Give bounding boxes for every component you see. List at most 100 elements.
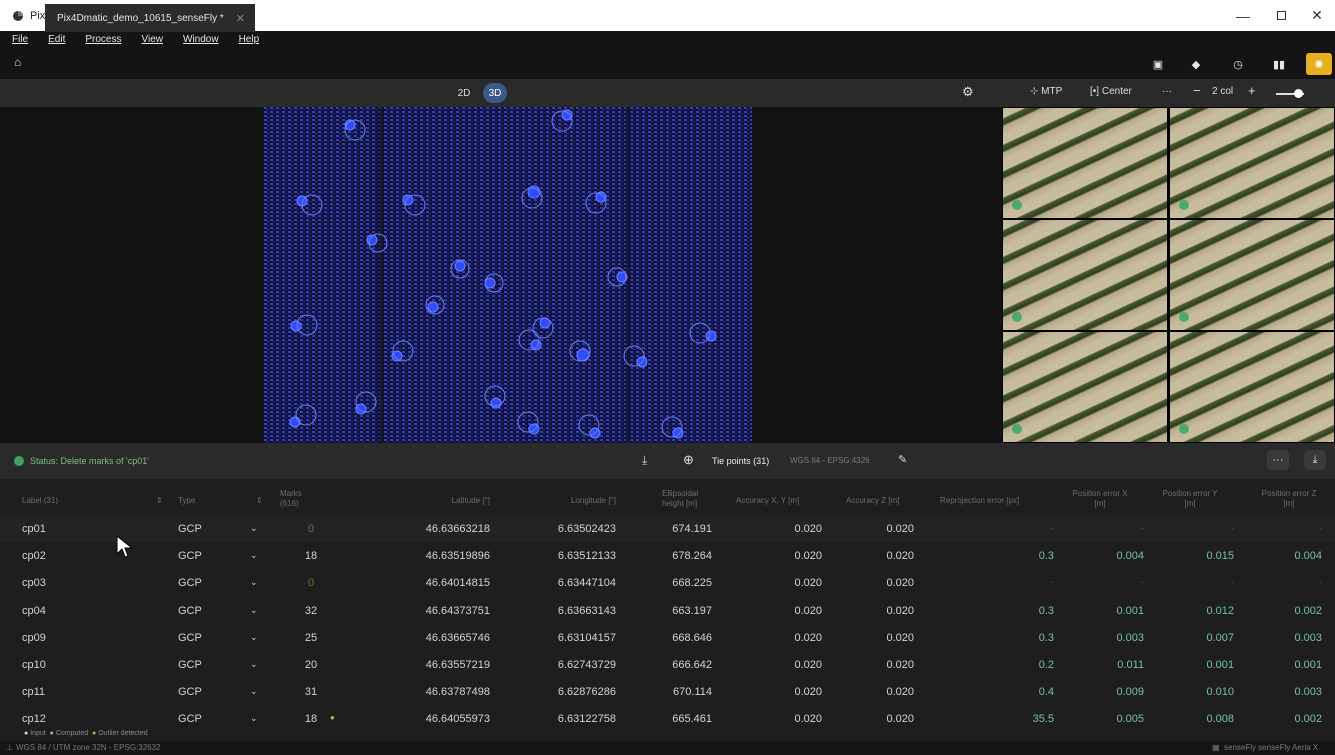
increase-columns-button[interactable]: +: [1248, 83, 1256, 98]
center-button[interactable]: [•] Center: [1090, 86, 1132, 97]
cell-lon: 6.63512133: [557, 550, 616, 563]
outlier-dot-icon: ●: [330, 713, 335, 723]
view-2d-button[interactable]: 2D: [452, 84, 476, 102]
collapse-table-button[interactable]: ⤓: [1304, 450, 1326, 470]
cell-label: cp04: [22, 604, 46, 617]
decrease-columns-button[interactable]: −: [1193, 83, 1201, 98]
col-header-label[interactable]: Label (31): [22, 496, 58, 506]
minimize-button[interactable]: —: [1225, 0, 1261, 31]
menu-file[interactable]: File: [12, 34, 28, 45]
cell-lat: 46.63557219: [425, 659, 490, 671]
type-dropdown-icon[interactable]: ⌄: [250, 605, 258, 616]
more-icon: ···: [1272, 454, 1284, 466]
table-row[interactable]: cp10 GCP 20 46.63557219 6.62743729 666.642 0.0…: [0, 651, 1335, 678]
menu-window[interactable]: Window: [183, 34, 219, 45]
mtp-icon: ⊹: [1030, 86, 1042, 97]
menu-view[interactable]: View: [141, 34, 163, 45]
col-header-pos-x[interactable]: Position error X [m]: [1070, 489, 1130, 509]
cell-h: 668.225: [672, 577, 712, 590]
gcp-mark-icon: [1179, 424, 1189, 434]
crs-button[interactable]: ⊕: [683, 452, 694, 468]
table-row[interactable]: cp02 GCP 18 46.63519896 6.63512133 678.264 0.0…: [0, 542, 1335, 569]
tab-label: Pix4Dmatic_demo_10615_senseFly *: [57, 12, 224, 24]
cell-marks: 31: [304, 686, 318, 699]
table-row[interactable]: cp03 GCP 0 46.64014815 6.63447104 668.225 0.02…: [0, 569, 1335, 596]
cell-py: 0.012: [1206, 604, 1234, 617]
table-row[interactable]: cp12 GCP 18 46.64055973 6.63122758 665.461 0.0…: [0, 705, 1335, 732]
type-dropdown-icon[interactable]: ⌄: [250, 686, 258, 697]
sort-icon[interactable]: ⇕: [256, 496, 263, 506]
type-dropdown-icon[interactable]: ⌄: [250, 523, 258, 534]
cell-px: 0.011: [1117, 659, 1144, 671]
image-thumbnail[interactable]: [1170, 332, 1334, 442]
type-dropdown-icon[interactable]: ⌄: [250, 713, 258, 724]
view-3d-button[interactable]: 3D: [483, 83, 507, 103]
type-dropdown-icon[interactable]: ⌄: [250, 550, 258, 561]
cell-accxy: 0.020: [794, 550, 822, 563]
type-dropdown-icon[interactable]: ⌄: [250, 659, 258, 670]
sort-icon[interactable]: ⇕: [156, 496, 163, 506]
stack-button[interactable]: ◆: [1183, 53, 1209, 75]
tab-close-icon[interactable]: ✕: [236, 12, 245, 25]
table-row[interactable]: cp01 GCP 0 46.63663218 6.63502423 674.191 0.02…: [0, 515, 1335, 542]
cell-pz: 0.002: [1294, 713, 1322, 726]
col-header-pos-z[interactable]: Position error Z [m]: [1258, 489, 1320, 509]
cell-accz: 0.020: [886, 604, 914, 617]
col-header-accuracy-xy[interactable]: Accuracy X, Y [m]: [736, 496, 799, 506]
table-row[interactable]: cp09 GCP 25 46.63665746 6.63104157 668.646 0.0…: [0, 624, 1335, 651]
col-header-reprojection[interactable]: Reprojection error [px]: [940, 496, 1019, 506]
edit-crs-button[interactable]: ✎: [898, 453, 907, 466]
cell-lon: 6.62876286: [557, 686, 616, 699]
col-header-pos-y[interactable]: Position error Y [m]: [1160, 489, 1220, 509]
view-toolbar: [0, 79, 1335, 107]
tab-project[interactable]: Pix4Dmatic_demo_10615_senseFly * ✕: [45, 4, 255, 32]
table-toolbar: [0, 443, 1335, 479]
image-thumbnail[interactable]: [1003, 108, 1167, 218]
close-window-button[interactable]: ✕: [1299, 0, 1335, 31]
home-button[interactable]: ⌂: [14, 55, 21, 69]
menu-process[interactable]: Process: [85, 34, 121, 45]
col-header-height[interactable]: Ellipsoidal height [m]: [662, 489, 722, 509]
col-header-type[interactable]: Type: [178, 496, 195, 506]
cell-accxy: 0.020: [794, 604, 822, 617]
layers-panel-button[interactable]: ▣: [1145, 53, 1171, 75]
type-dropdown-icon[interactable]: ⌄: [250, 577, 258, 588]
cell-py: 0.001: [1206, 659, 1234, 671]
table-row[interactable]: cp11 GCP 31 46.63787498 6.62876286 670.114 0.0…: [0, 678, 1335, 705]
cell-accz: 0.020: [886, 686, 914, 699]
col-header-accuracy-z[interactable]: Accuracy Z [m]: [846, 496, 899, 506]
table-more-button[interactable]: ···: [1267, 450, 1289, 470]
more-options-button[interactable]: ···: [1162, 86, 1172, 97]
cell-lon: 6.63502423: [557, 523, 616, 535]
col-header-longitude[interactable]: Longitude [°]: [540, 496, 616, 506]
cell-marks: 18: [304, 550, 318, 563]
image-thumbnail[interactable]: [1170, 108, 1334, 218]
maximize-button[interactable]: [1263, 0, 1299, 31]
status-text: Status: Delete marks of 'cp01': [30, 456, 149, 466]
cell-type: GCP: [178, 550, 202, 563]
collapse-view-button[interactable]: ⤓: [642, 453, 647, 468]
thumbnail-size-slider[interactable]: [1276, 89, 1304, 98]
cell-pz: 0.004: [1294, 550, 1322, 563]
cell-px: 0.003: [1116, 631, 1144, 644]
image-thumbnail[interactable]: [1170, 220, 1334, 330]
cell-label: cp09: [22, 631, 46, 644]
table-row[interactable]: cp04 GCP 32 46.64373751 6.63663143 663.197 0.0…: [0, 597, 1335, 624]
view-settings-button[interactable]: ⚙: [962, 84, 974, 100]
col-header-marks[interactable]: Marks (616): [280, 489, 314, 509]
mtp-button[interactable]: ⊹ MTP: [1030, 86, 1062, 97]
image-thumbnail[interactable]: [1003, 220, 1167, 330]
menu-help[interactable]: Help: [239, 34, 260, 45]
mouse-cursor-icon: [116, 534, 134, 564]
menu-edit[interactable]: Edit: [48, 34, 65, 45]
history-button[interactable]: ◷: [1225, 53, 1251, 75]
process-button[interactable]: ✺: [1306, 53, 1332, 75]
3d-viewport[interactable]: [0, 107, 1002, 443]
type-dropdown-icon[interactable]: ⌄: [250, 632, 258, 643]
slider-knob[interactable]: [1294, 89, 1303, 98]
tie-points-title: Tie points (31): [712, 456, 770, 466]
gear-icon: ⚙: [962, 84, 974, 99]
image-thumbnail[interactable]: [1003, 332, 1167, 442]
chart-button[interactable]: ▮▮: [1266, 53, 1292, 75]
col-header-latitude[interactable]: Latitude [°]: [440, 496, 490, 506]
